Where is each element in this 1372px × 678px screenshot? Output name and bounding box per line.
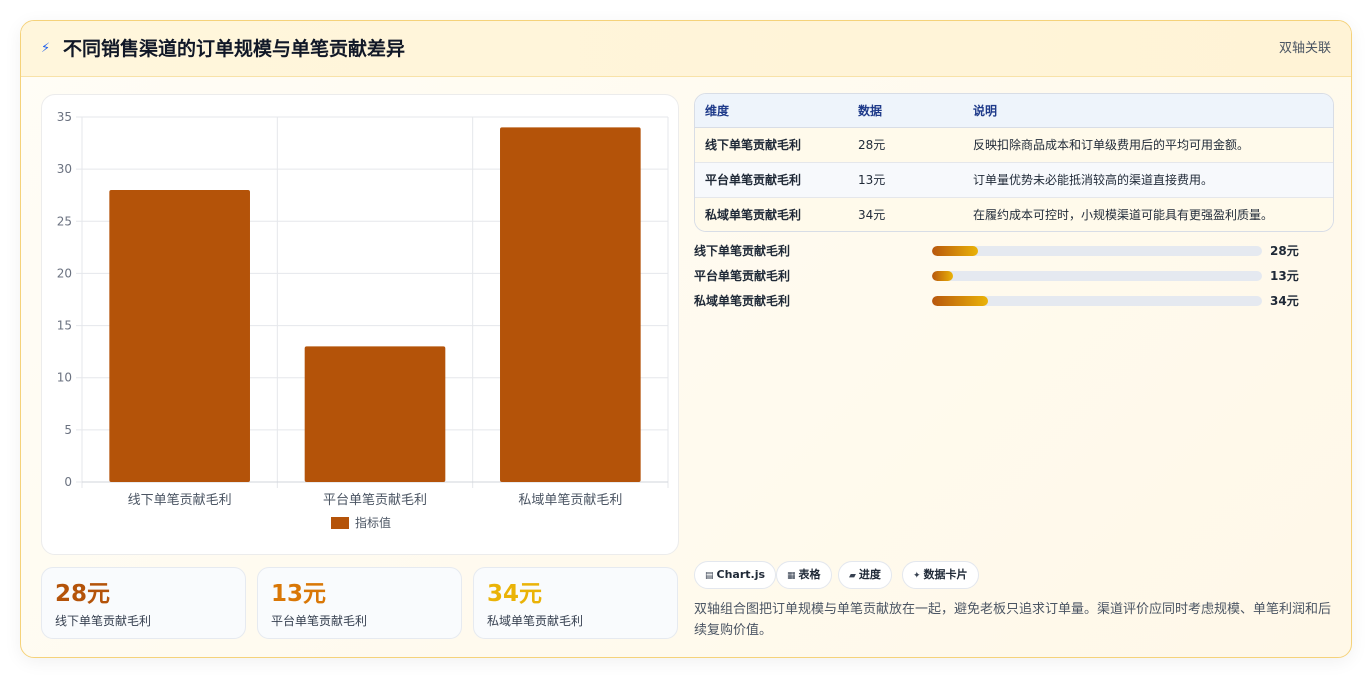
table-cell: 在履约成本可控时，小规模渠道可能具有更强盈利质量。: [963, 197, 1333, 231]
kpi-card-platform: 13元 平台单笔贡献毛利: [257, 567, 462, 639]
table-row: 私域单笔贡献毛利 34元 在履约成本可控时，小规模渠道可能具有更强盈利质量。: [695, 197, 1333, 231]
table-header: 说明: [963, 94, 1333, 128]
chip-label: 表格: [798, 568, 821, 581]
progress-label: 线下单笔贡献毛利: [694, 244, 791, 258]
bar-1: [109, 190, 250, 482]
chip-progress[interactable]: ▰ 进度: [838, 561, 892, 589]
progress-value: 28元: [1270, 244, 1299, 258]
y-tick-label: 30: [57, 162, 72, 176]
progress-list: 线下单笔贡献毛利 28元 平台单笔贡献毛利 13元 私域单笔贡献毛利 34元: [694, 243, 1334, 318]
chart-icon: ▤: [705, 571, 714, 581]
chip-chartjs[interactable]: ▤ Chart.js: [694, 561, 777, 589]
x-tick-label: 私域单笔贡献毛利: [518, 492, 622, 508]
table-row: 线下单笔贡献毛利 28元 反映扣除商品成本和订单级费用后的平均可用金额。: [695, 127, 1333, 163]
header-tag: 双轴关联: [1278, 41, 1331, 56]
progress-track: [932, 246, 1262, 256]
bar-3: [500, 127, 641, 482]
table-cell: 线下单笔贡献毛利: [695, 127, 848, 163]
bar-chart-panel: 0 5 10 15 20 25 30 35 线下单笔贡献毛利 平台单笔贡献毛利 私域单笔贡献毛利指标…: [41, 94, 679, 555]
y-tick-label: 15: [57, 319, 72, 333]
page-title: 不同销售渠道的订单规模与单笔贡献差异: [63, 38, 406, 60]
kpi-card-offline: 28元 线下单笔贡献毛利: [41, 567, 246, 639]
chip-label: 数据卡片: [923, 568, 968, 581]
x-tick-label: 平台单笔贡献毛利: [323, 492, 427, 508]
chip-table[interactable]: ▦ 表格: [776, 561, 832, 589]
progress-row: 平台单笔贡献毛利 13元: [694, 268, 1334, 293]
card-header: ⚡ 不同销售渠道的订单规模与单笔贡献差异 双轴关联: [21, 21, 1351, 77]
y-tick-label: 35: [57, 110, 72, 124]
kpi-value: 34元: [487, 581, 543, 607]
y-tick-label: 0: [64, 475, 72, 489]
progress-fill: [932, 271, 954, 281]
legend-swatch: [331, 517, 349, 529]
legend-label: 指标值: [355, 515, 391, 530]
y-tick-label: 20: [57, 266, 72, 280]
bar-2: [304, 346, 446, 482]
kpi-label: 线下单笔贡献毛利: [55, 614, 152, 628]
chip-data-card[interactable]: ✦ 数据卡片: [902, 561, 979, 589]
kpi-value: 13元: [271, 581, 327, 607]
progress-row: 线下单笔贡献毛利 28元: [694, 243, 1334, 268]
table-icon: ▦: [787, 571, 796, 581]
table-cell: 订单量优势未必能抵消较高的渠道直接费用。: [963, 162, 1333, 198]
progress-label: 私域单笔贡献毛利: [694, 294, 791, 308]
bar-chart: 0 5 10 15 20 25 30 35 线下单笔贡献毛利 平台单笔贡献毛利 私域单笔贡献毛利指标…: [57, 110, 669, 530]
chip-label: 进度: [858, 568, 881, 581]
progress-label: 平台单笔贡献毛利: [694, 269, 791, 283]
table-cell: 28元: [848, 127, 963, 163]
progress-track: [932, 296, 1262, 306]
y-tick-label: 5: [64, 423, 72, 437]
y-tick-label: 25: [57, 214, 72, 228]
data-table: 维度 数据 说明 线下单笔贡献毛利 28元 反映扣除商品成本和订单级费用后的平均…: [694, 93, 1334, 232]
progress-track: [932, 271, 1262, 281]
summary-note: 双轴组合图把订单规模与单笔贡献放在一起，避免老板只追求订单量。渠道评价应同时考虑…: [694, 602, 1332, 638]
progress-fill: [932, 246, 979, 256]
progress-row: 私域单笔贡献毛利 34元: [694, 293, 1334, 318]
table-cell: 反映扣除商品成本和订单级费用后的平均可用金额。: [963, 127, 1333, 163]
y-tick-label: 10: [57, 371, 72, 385]
dashboard-card: ⚡ 不同销售渠道的订单规模与单笔贡献差异 双轴关联 0 5 10 15 20 25 30 35…: [20, 20, 1352, 658]
table-row: 平台单笔贡献毛利 13元 订单量优势未必能抵消较高的渠道直接费用。: [695, 162, 1333, 198]
progress-fill: [932, 296, 989, 306]
chip-label: Chart.js: [716, 568, 766, 581]
kpi-label: 平台单笔贡献毛利: [271, 614, 368, 628]
table-header-row: 维度 数据 说明: [695, 94, 1333, 128]
sparkle-icon: ✦: [913, 571, 921, 581]
table-header: 维度: [695, 94, 848, 128]
progress-value: 13元: [1270, 269, 1299, 283]
kpi-value: 28元: [55, 581, 111, 607]
table-cell: 13元: [848, 162, 963, 198]
kpi-card-private: 34元 私域单笔贡献毛利: [473, 567, 678, 639]
progress-value: 34元: [1270, 294, 1299, 308]
kpi-label: 私域单笔贡献毛利: [487, 614, 584, 628]
table-header: 数据: [848, 94, 963, 128]
lightning-icon: ⚡: [41, 41, 51, 56]
progress-icon: ▰: [849, 571, 856, 581]
x-tick-label: 线下单笔贡献毛利: [128, 492, 232, 508]
table-cell: 私域单笔贡献毛利: [695, 197, 848, 231]
table-cell: 34元: [848, 197, 963, 231]
table-cell: 平台单笔贡献毛利: [695, 162, 848, 198]
